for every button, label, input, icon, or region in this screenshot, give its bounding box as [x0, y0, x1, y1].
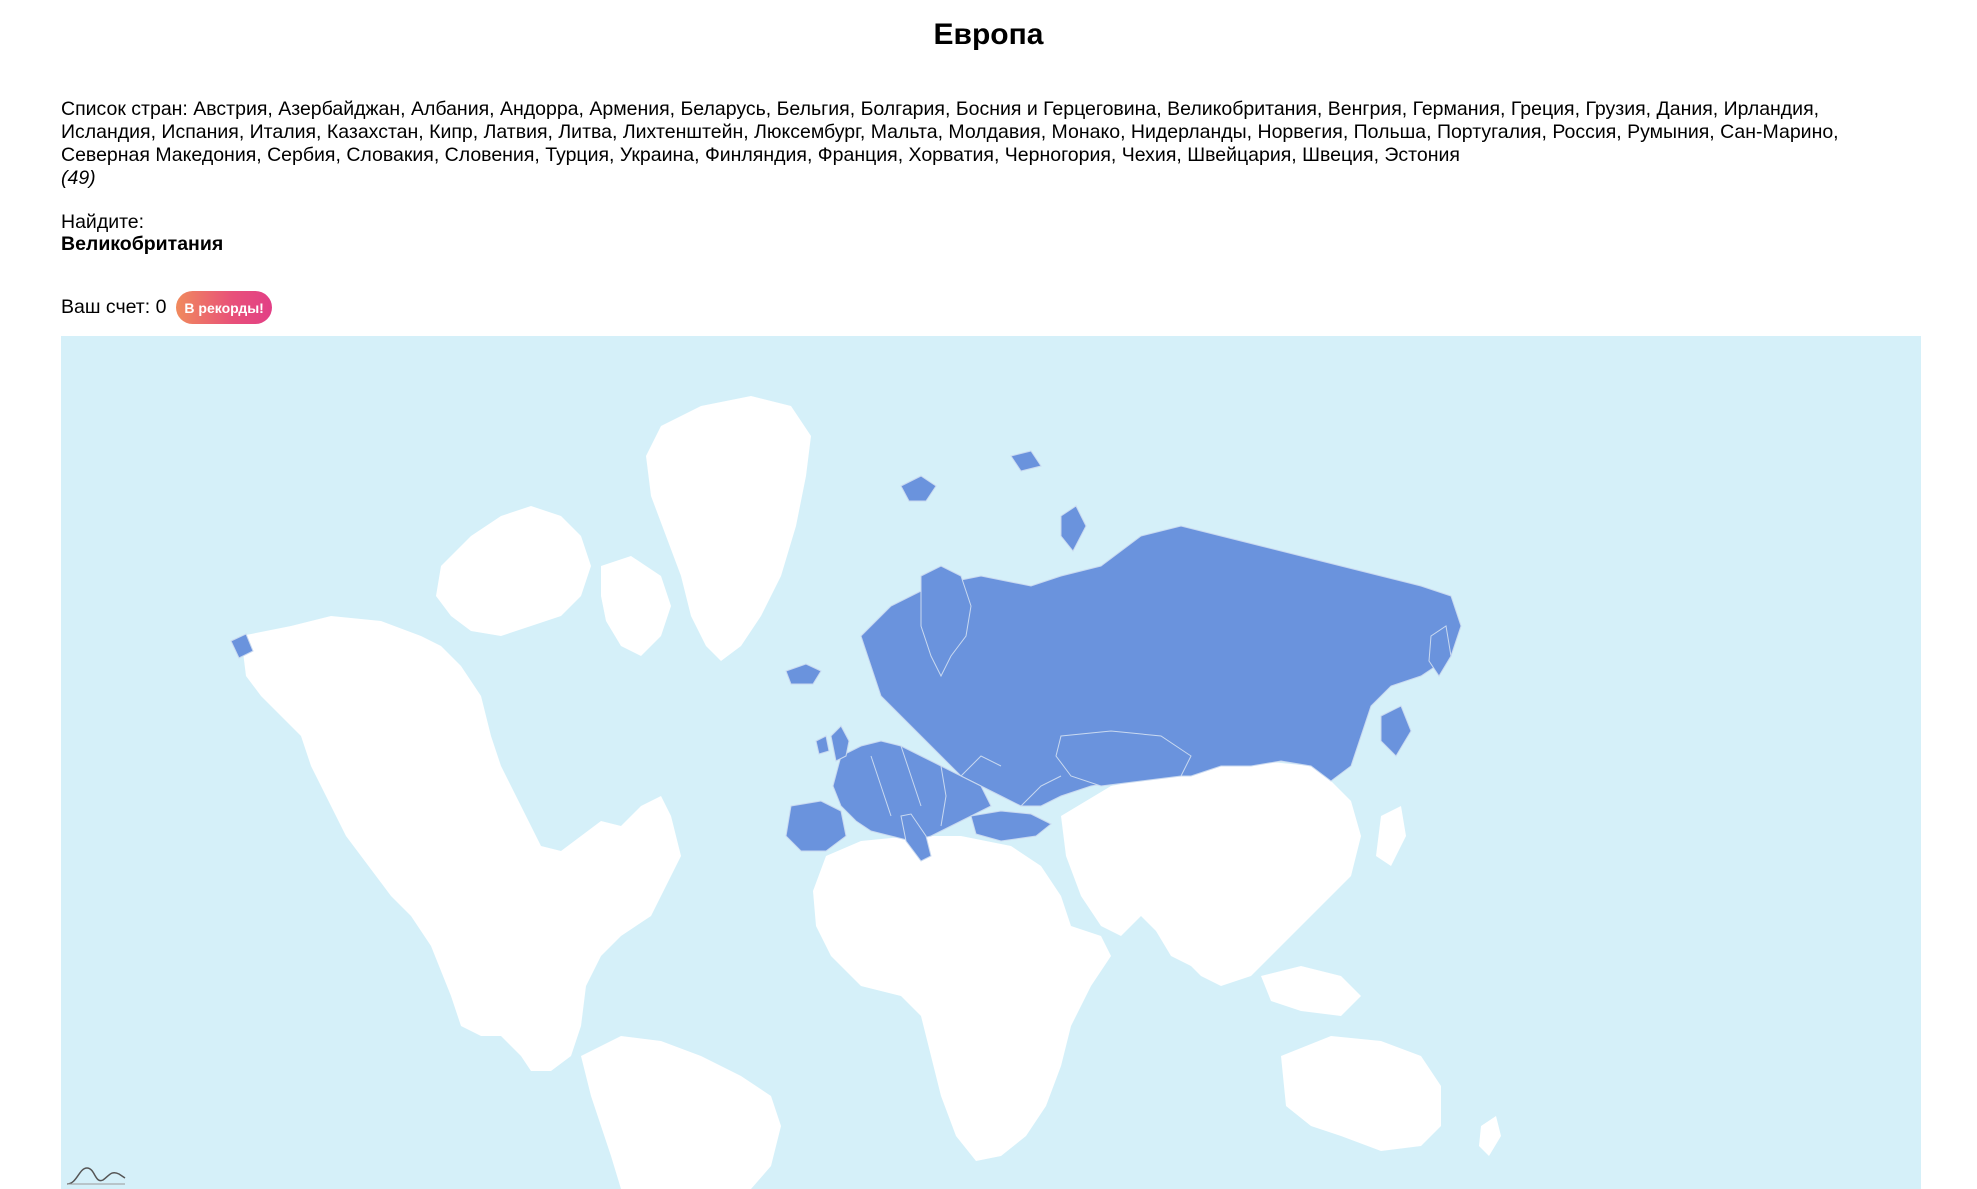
- land-south-america[interactable]: [581, 1036, 781, 1189]
- score-row: Ваш счет: 0 В рекорды!: [61, 291, 272, 324]
- score-label: Ваш счет: 0: [61, 296, 167, 318]
- region-iceland[interactable]: [785, 663, 822, 685]
- land-north-america[interactable]: [241, 616, 681, 1071]
- world-map[interactable]: [61, 336, 1921, 1189]
- region-uk[interactable]: [830, 725, 850, 762]
- region-turkey[interactable]: [970, 810, 1052, 842]
- find-label: Найдите:: [61, 211, 145, 233]
- records-button[interactable]: В рекорды!: [176, 291, 272, 324]
- land-japan[interactable]: [1376, 806, 1406, 866]
- page-title: Европа: [933, 18, 1044, 51]
- land-se-asia[interactable]: [1261, 966, 1361, 1016]
- target-country: Великобритания: [61, 233, 224, 255]
- land-africa[interactable]: [813, 836, 1111, 1161]
- land-greenland[interactable]: [646, 396, 811, 661]
- land-baffin[interactable]: [601, 556, 671, 656]
- region-franz-josef[interactable]: [1010, 450, 1042, 472]
- land-australia[interactable]: [1281, 1036, 1441, 1151]
- region-iberia[interactable]: [785, 800, 847, 852]
- region-novaya-zemlya[interactable]: [1060, 505, 1087, 552]
- amcharts-logo-icon[interactable]: [67, 1164, 127, 1186]
- region-far-east[interactable]: [1380, 705, 1412, 757]
- countries-count: (49): [61, 167, 96, 189]
- land-new-zealand[interactable]: [1479, 1116, 1501, 1156]
- countries-list: Список стран: Австрия, Азербайджан, Алба…: [61, 98, 1839, 166]
- region-ireland[interactable]: [815, 735, 830, 755]
- land-arctic-islands[interactable]: [436, 506, 591, 636]
- region-svalbard[interactable]: [900, 475, 937, 502]
- world-map-svg[interactable]: [61, 336, 1921, 1189]
